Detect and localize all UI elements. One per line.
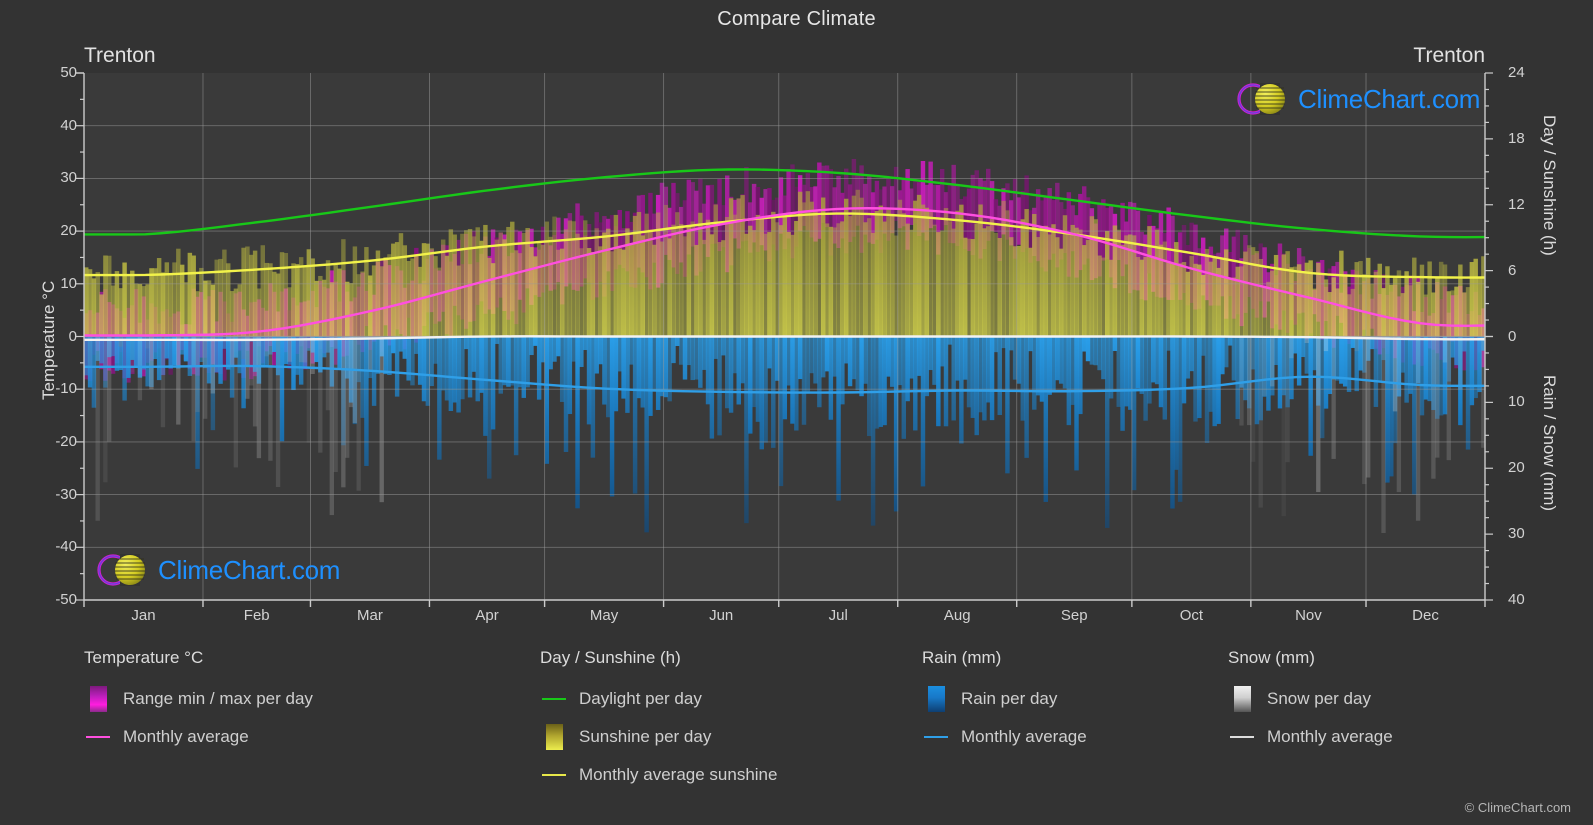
y-tick-left-neg30: -30	[55, 485, 77, 503]
x-tick-apr: Apr	[475, 607, 499, 624]
legend-item-label: Rain per day	[961, 689, 1058, 708]
y-tick-left-0: 0	[68, 327, 77, 345]
legend-swatch-icon	[84, 686, 112, 712]
y-tick-right-18: 18	[1508, 129, 1525, 147]
legend-line-icon	[922, 724, 950, 750]
y-tick-left-30: 30	[60, 169, 77, 187]
y-tick-right-6: 6	[1508, 261, 1517, 279]
climechart-watermark-text-bottom: ClimeChart.com	[158, 554, 341, 585]
x-tick-jan: Jan	[131, 607, 156, 624]
y-tick-right-30: 30	[1508, 525, 1525, 543]
x-tick-mar: Mar	[357, 607, 383, 624]
legend-swatch-icon	[922, 686, 950, 712]
y-tick-right-10: 10	[1508, 393, 1525, 411]
x-tick-sep: Sep	[1060, 607, 1088, 624]
legend-item[interactable]: Daylight per day	[540, 684, 777, 714]
legend-item[interactable]: Sunshine per day	[540, 722, 777, 752]
y-tick-right-20: 20	[1508, 459, 1525, 477]
legend-group-rain-mm: Rain (mm) Rain per day Monthly average	[922, 648, 1087, 760]
climechart-watermark-bottom: ClimeChart.com	[94, 550, 340, 590]
climate-plot-svg	[76, 72, 1493, 607]
climate-chart-page: Compare Climate Trenton Trenton Temperat…	[0, 0, 1593, 825]
y-tick-right-40: 40	[1508, 591, 1525, 608]
legend-line-icon	[84, 724, 112, 750]
legend-line-icon	[540, 686, 568, 712]
y-tick-left-neg40: -40	[55, 538, 77, 556]
legend-swatch-icon	[540, 724, 568, 750]
y-tick-left-20: 20	[60, 222, 77, 240]
x-tick-jun: Jun	[709, 607, 734, 624]
legend-item-label: Monthly average	[1267, 727, 1393, 746]
legend-item-label: Monthly average	[123, 727, 249, 746]
climechart-watermark-text-top: ClimeChart.com	[1298, 83, 1481, 114]
legend-line-icon	[1228, 724, 1256, 750]
y-tick-right-12: 12	[1508, 195, 1525, 213]
x-tick-aug: Aug	[943, 607, 971, 624]
y-axis-right-bottom-title: Rain / Snow (mm)	[1540, 375, 1559, 512]
legend-line-icon	[540, 762, 568, 788]
page-title: Compare Climate	[717, 8, 876, 30]
legend-group-temperature-c: Temperature °C Range min / max per day Mon…	[84, 648, 313, 760]
climechart-watermark-top: ClimeChart.com	[1234, 79, 1480, 119]
x-tick-jul: Jul	[828, 607, 848, 624]
legend-group-heading: Snow (mm)	[1228, 648, 1315, 667]
legend-group-heading: Rain (mm)	[922, 648, 1002, 667]
x-tick-nov: Nov	[1295, 607, 1322, 624]
location-label-right: Trenton	[1413, 44, 1485, 67]
chart-plot-area[interactable]	[76, 72, 1493, 607]
y-tick-left-neg50: -50	[55, 591, 77, 608]
y-tick-left-neg10: -10	[55, 380, 77, 398]
x-tick-feb: Feb	[243, 607, 270, 624]
legend-item[interactable]: Rain per day	[922, 684, 1087, 714]
x-tick-oct: Oct	[1179, 607, 1204, 624]
legend-item-label: Sunshine per day	[579, 727, 712, 746]
y-tick-left-40: 40	[60, 116, 77, 134]
climechart-logo-icon	[97, 554, 145, 586]
y-tick-left-50: 50	[60, 64, 77, 81]
legend-item-label: Range min / max per day	[123, 689, 313, 708]
legend-item[interactable]: Monthly average	[84, 722, 313, 752]
y-tick-right-0: 0	[1508, 327, 1517, 345]
legend-item-label: Snow per day	[1267, 689, 1371, 708]
climechart-logo-icon	[1237, 83, 1285, 115]
legend-group-heading: Day / Sunshine (h)	[540, 648, 681, 667]
legend-item-label: Monthly average sunshine	[579, 765, 778, 784]
legend-item[interactable]: Snow per day	[1228, 684, 1393, 714]
y-tick-left-10: 10	[60, 274, 77, 292]
legend-group-day-sunshine-h: Day / Sunshine (h) Daylight per day Sunshi…	[540, 648, 777, 798]
location-label-left: Trenton	[84, 44, 156, 67]
legend-item[interactable]: Range min / max per day	[84, 684, 313, 714]
legend-group-heading: Temperature °C	[84, 648, 204, 667]
y-tick-right-24: 24	[1508, 64, 1525, 81]
y-axis-right-top-title: Day / Sunshine (h)	[1540, 115, 1559, 256]
chart-legend: Temperature °C Range min / max per day Mon…	[0, 648, 1593, 808]
legend-item-label: Daylight per day	[579, 689, 702, 708]
legend-item-label: Monthly average	[961, 727, 1087, 746]
x-tick-dec: Dec	[1412, 607, 1439, 624]
copyright-label: © ClimeChart.com	[1464, 800, 1571, 815]
legend-swatch-icon	[1228, 686, 1256, 712]
legend-item[interactable]: Monthly average	[1228, 722, 1393, 752]
legend-item[interactable]: Monthly average sunshine	[540, 760, 777, 790]
legend-group-snow-mm: Snow (mm) Snow per day Monthly average	[1228, 648, 1393, 760]
x-tick-may: May	[589, 607, 619, 624]
y-tick-left-neg20: -20	[55, 432, 77, 450]
legend-item[interactable]: Monthly average	[922, 722, 1087, 752]
